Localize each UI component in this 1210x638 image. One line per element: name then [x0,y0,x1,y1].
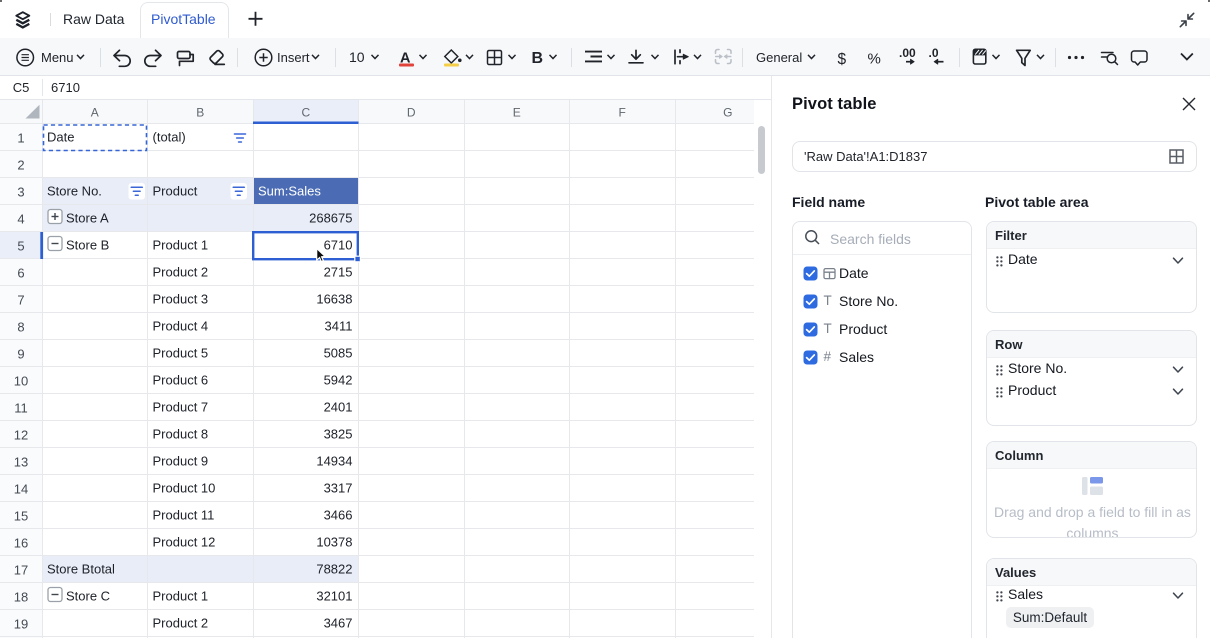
svg-text:Product 8: Product 8 [153,427,209,442]
svg-text:Store C: Store C [66,589,110,604]
svg-text:11: 11 [14,401,28,416]
svg-text:15: 15 [14,509,28,524]
svg-text:A: A [91,106,99,120]
svg-text:Menu: Menu [41,50,74,65]
svg-text:Date: Date [47,130,74,145]
svg-text:F: F [619,106,626,120]
svg-text:10: 10 [14,374,28,389]
svg-text:13: 13 [14,455,28,470]
svg-text:Product 11: Product 11 [153,508,215,523]
svg-text:19: 19 [14,617,28,632]
svg-text:6: 6 [17,266,24,281]
svg-text:3: 3 [17,185,24,200]
svg-text:.0: .0 [929,46,939,60]
svg-text:$: $ [838,51,847,68]
svg-text:16638: 16638 [316,292,352,307]
svg-text:Product 7: Product 7 [153,400,209,415]
svg-text:2401: 2401 [324,400,353,415]
svg-text:Product 2: Product 2 [153,616,209,631]
svg-text:4: 4 [17,212,24,227]
svg-text:Product 10: Product 10 [153,481,216,496]
svg-text:Store B: Store B [66,238,109,253]
svg-text:17: 17 [14,563,28,578]
svg-text:Sum:Sales: Sum:Sales [258,184,321,199]
svg-text:10: 10 [349,49,365,65]
svg-text:.00: .00 [899,46,916,60]
svg-text:2715: 2715 [324,265,353,280]
svg-text:Store No.: Store No. [47,184,102,199]
svg-text:3411: 3411 [325,319,353,334]
svg-text:3467: 3467 [324,616,353,631]
svg-text:D: D [407,106,416,120]
svg-text:Store A: Store A [66,211,109,226]
svg-text:14: 14 [14,482,28,497]
svg-text:E: E [513,106,521,120]
svg-text:5085: 5085 [324,346,353,361]
svg-text:5942: 5942 [324,373,353,388]
svg-text:268675: 268675 [309,211,352,226]
svg-text:1: 1 [17,131,24,146]
svg-text:5: 5 [17,239,24,254]
svg-text:Product 9: Product 9 [153,454,209,469]
svg-text:B: B [196,106,204,120]
svg-text:Product: Product [153,184,198,199]
svg-text:3825: 3825 [324,427,353,442]
svg-text:12: 12 [14,428,28,443]
svg-text:7: 7 [17,293,24,308]
svg-text:3317: 3317 [324,481,353,496]
svg-text:%: % [868,51,881,68]
svg-text:78822: 78822 [316,562,352,577]
svg-text:Product 6: Product 6 [153,373,209,388]
svg-text:Product 12: Product 12 [153,535,216,550]
svg-text:8: 8 [17,320,24,335]
svg-text:General: General [756,50,802,65]
svg-text:3466: 3466 [324,508,353,523]
svg-text:16: 16 [14,536,28,551]
svg-text:10378: 10378 [316,535,352,550]
svg-text:Product 2: Product 2 [153,265,209,280]
svg-text:Insert: Insert [277,50,310,65]
svg-text:18: 18 [14,590,28,605]
svg-text:2: 2 [17,158,24,173]
svg-text:Product 4: Product 4 [153,319,209,334]
svg-text:(total): (total) [153,130,186,145]
svg-text:C: C [301,106,310,120]
svg-text:14934: 14934 [316,454,352,469]
svg-text:Product 3: Product 3 [153,292,209,307]
svg-text:6710: 6710 [324,238,353,253]
svg-text:Store Btotal: Store Btotal [47,562,115,577]
svg-text:Product 1: Product 1 [153,238,209,253]
svg-text:32101: 32101 [316,589,352,604]
svg-text:G: G [723,106,732,120]
svg-text:Product 5: Product 5 [153,346,209,361]
svg-text:B: B [532,50,544,67]
svg-text:Product 1: Product 1 [153,589,209,604]
svg-text:9: 9 [17,347,24,362]
